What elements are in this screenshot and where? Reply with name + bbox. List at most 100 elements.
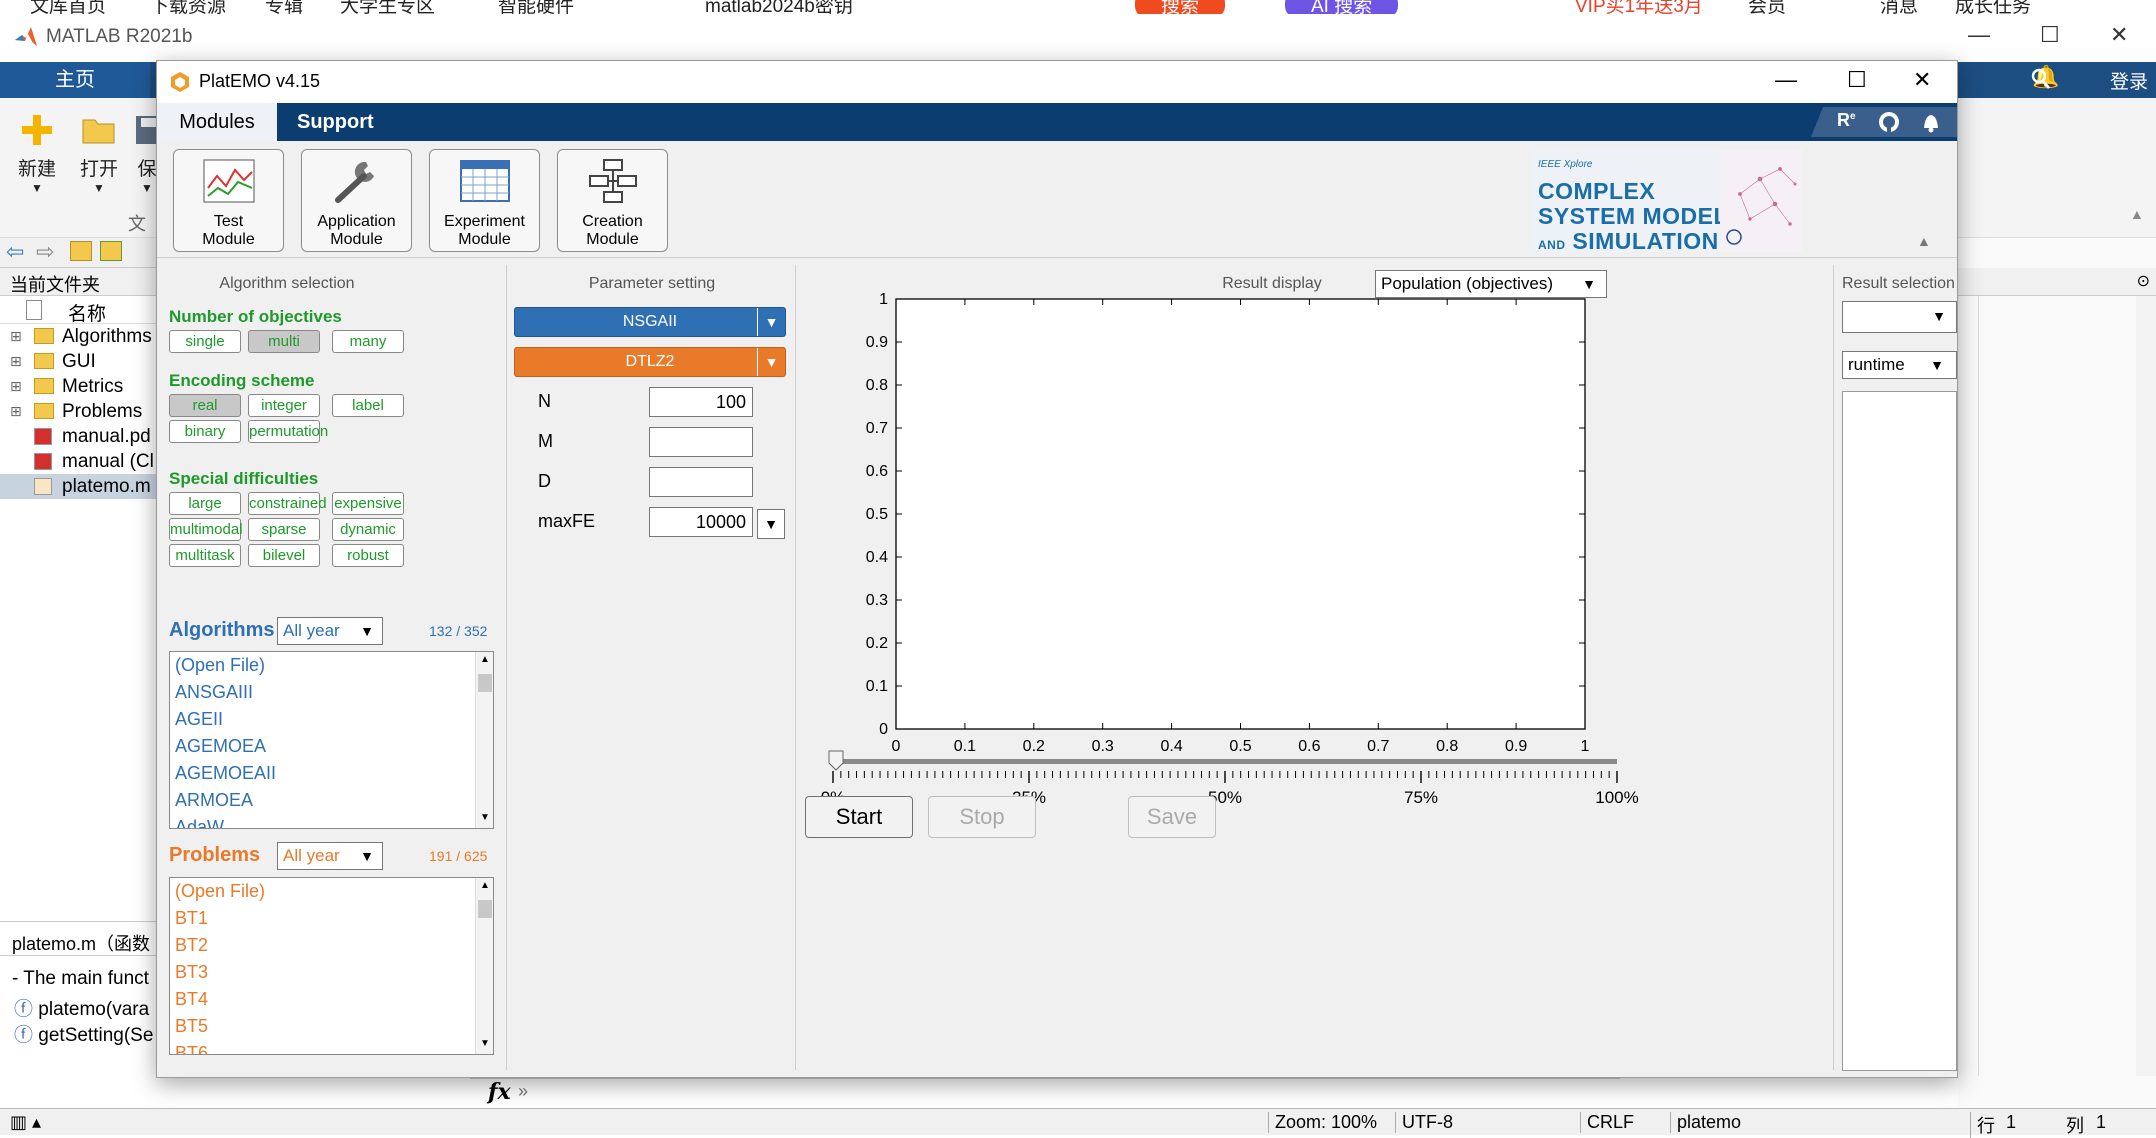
toggle-permutation[interactable]: permutation <box>248 420 328 443</box>
tab-support[interactable]: Support <box>297 103 374 141</box>
result-chart[interactable]: 0 0.1 0.2 0.3 0.4 0.5 0.6 0.7 0.8 0.9 100.10.20.30… <box>807 291 1757 801</box>
column-name-header[interactable]: 名称 <box>68 299 106 326</box>
command-window[interactable]: fx » <box>470 1078 1620 1108</box>
details-function-item[interactable]: ⓕ getSetting(Se <box>0 1020 170 1046</box>
scroll-down-icon[interactable]: ▼ <box>480 1038 490 1049</box>
result-table[interactable] <box>1842 391 1957 1071</box>
browser-link[interactable]: 大学生专区 <box>340 0 435 14</box>
minimize-button[interactable]: — <box>1775 67 1797 93</box>
bell-icon[interactable] <box>1919 110 1943 134</box>
browser-search-query[interactable]: matlab2024b密钥 <box>705 0 853 14</box>
expand-icon[interactable]: ⊞ <box>10 349 22 374</box>
toggle-many[interactable]: many <box>332 330 404 353</box>
file-row[interactable]: manual (Cl <box>0 449 169 474</box>
tab-home[interactable]: 主页 <box>0 62 150 98</box>
algorithms-scrollbar[interactable]: ▲ ▼ <box>475 652 493 828</box>
scroll-down-icon[interactable]: ▼ <box>480 812 490 823</box>
browser-link[interactable]: 专辑 <box>265 0 303 14</box>
metric-select[interactable]: runtime ▼ <box>1842 351 1957 379</box>
browser-search-button[interactable]: 搜索 <box>1135 0 1226 14</box>
problems-list[interactable]: (Open File) BT1 BT2 BT3 BT4 BT5 BT6 ▲ ▼ <box>169 877 494 1055</box>
login-link[interactable]: 登录 <box>2110 67 2148 94</box>
list-item[interactable]: AGEMOEAII <box>170 760 476 787</box>
browser-vip-link[interactable]: VIP买1年送3月 <box>1575 0 1703 14</box>
problem-select[interactable]: DTLZ2 ▼ <box>514 347 786 377</box>
browser-link[interactable]: 下载资源 <box>150 0 226 14</box>
param-input[interactable]: 10000 <box>649 507 753 537</box>
creation-module-button[interactable]: Creation Module <box>557 149 668 252</box>
new-button[interactable]: 新建 ▼ <box>12 112 62 195</box>
maximize-button[interactable]: ☐ <box>2040 22 2060 48</box>
file-row[interactable]: ⊞ Problems <box>0 399 169 424</box>
toggle-dynamic[interactable]: dynamic <box>332 518 404 541</box>
browser-link[interactable]: 消息 <box>1880 0 1918 14</box>
test-module-button[interactable]: Test Module <box>173 149 284 252</box>
expand-icon[interactable]: ⊞ <box>10 399 22 424</box>
browse-folder-icon[interactable] <box>100 241 122 261</box>
browser-ai-search-button[interactable]: AI 搜索 <box>1285 0 1399 14</box>
search-icon[interactable] <box>2030 67 2052 91</box>
problems-scrollbar[interactable]: ▲ ▼ <box>475 878 493 1054</box>
list-item[interactable]: AGEMOEA <box>170 733 476 760</box>
toggle-label[interactable]: label <box>332 394 404 417</box>
scroll-thumb[interactable] <box>478 900 492 918</box>
list-item[interactable]: BT1 <box>170 905 476 932</box>
toggle-robust[interactable]: robust <box>332 544 404 567</box>
list-item[interactable]: AGEII <box>170 706 476 733</box>
file-row[interactable]: platemo.m <box>0 474 169 499</box>
param-input[interactable]: 100 <box>649 387 753 417</box>
experiment-module-button[interactable]: Experiment Module <box>429 149 540 252</box>
toggle-single[interactable]: single <box>169 330 241 353</box>
list-item[interactable]: BT2 <box>170 932 476 959</box>
list-item[interactable]: (Open File) <box>170 652 476 679</box>
maximize-button[interactable]: ☐ <box>1847 67 1867 93</box>
toggle-multitask[interactable]: multitask <box>169 544 241 567</box>
toggle-multi[interactable]: multi <box>248 330 320 353</box>
list-item[interactable]: (Open File) <box>170 878 476 905</box>
file-row[interactable]: ⊞ GUI <box>0 349 169 374</box>
application-module-button[interactable]: Application Module <box>301 149 412 252</box>
file-row[interactable]: ⊞ Metrics <box>0 374 169 399</box>
toggle-real[interactable]: real <box>169 394 241 417</box>
list-item[interactable]: ANSGAIII <box>170 679 476 706</box>
toggle-integer[interactable]: integer <box>248 394 320 417</box>
list-item[interactable]: BT4 <box>170 986 476 1013</box>
list-item[interactable]: BT5 <box>170 1013 476 1040</box>
toggle-bilevel[interactable]: bilevel <box>248 544 320 567</box>
maxfe-dropdown-button[interactable]: ▼ <box>757 509 785 539</box>
expand-icon[interactable]: ⊞ <box>10 374 22 399</box>
list-item[interactable]: BT3 <box>170 959 476 986</box>
start-button[interactable]: Start <box>805 796 913 838</box>
close-button[interactable]: ✕ <box>2110 22 2128 48</box>
toggle-expensive[interactable]: expensive <box>332 492 404 515</box>
open-button[interactable]: 打开 ▼ <box>74 112 124 195</box>
forward-arrow-icon[interactable]: ⇨ <box>36 239 54 265</box>
file-row[interactable]: manual.pd <box>0 424 169 449</box>
list-item[interactable]: AdaW <box>170 814 476 828</box>
scroll-up-icon[interactable]: ▲ <box>480 880 490 891</box>
r-icon[interactable]: Re <box>1837 110 1856 131</box>
minimize-button[interactable]: — <box>1968 22 1990 48</box>
collapse-icon[interactable]: ▲ <box>2130 206 2144 222</box>
toggle-large[interactable]: large <box>169 492 241 515</box>
problems-year-select[interactable]: All year ▼ <box>277 842 383 870</box>
param-input[interactable] <box>649 427 753 457</box>
list-item[interactable]: ARMOEA <box>170 787 476 814</box>
expand-icon[interactable]: ⊞ <box>10 324 22 349</box>
algorithm-select[interactable]: NSGAII ▼ <box>514 307 786 337</box>
stop-button[interactable]: Stop <box>928 796 1036 838</box>
details-function-item[interactable]: ⓕ platemo(vara <box>0 994 170 1020</box>
up-folder-icon[interactable] <box>70 241 92 261</box>
browser-link[interactable]: 会员 <box>1748 0 1786 14</box>
toggle-constrained[interactable]: constrained <box>248 492 327 515</box>
browser-link[interactable]: 智能硬件 <box>498 0 574 14</box>
close-button[interactable]: ✕ <box>1913 67 1931 93</box>
toggle-binary[interactable]: binary <box>169 420 241 443</box>
save-result-button[interactable]: Save <box>1128 796 1216 838</box>
scrollbar[interactable] <box>2136 296 2156 1076</box>
github-icon[interactable] <box>1877 110 1901 134</box>
param-input[interactable] <box>649 467 753 497</box>
panel-menu-icon[interactable]: ⊙ <box>2137 271 2150 291</box>
algorithms-list[interactable]: (Open File) ANSGAIII AGEII AGEMOEA AGEMOEAII… <box>169 651 494 829</box>
back-arrow-icon[interactable]: ⇦ <box>6 239 24 265</box>
